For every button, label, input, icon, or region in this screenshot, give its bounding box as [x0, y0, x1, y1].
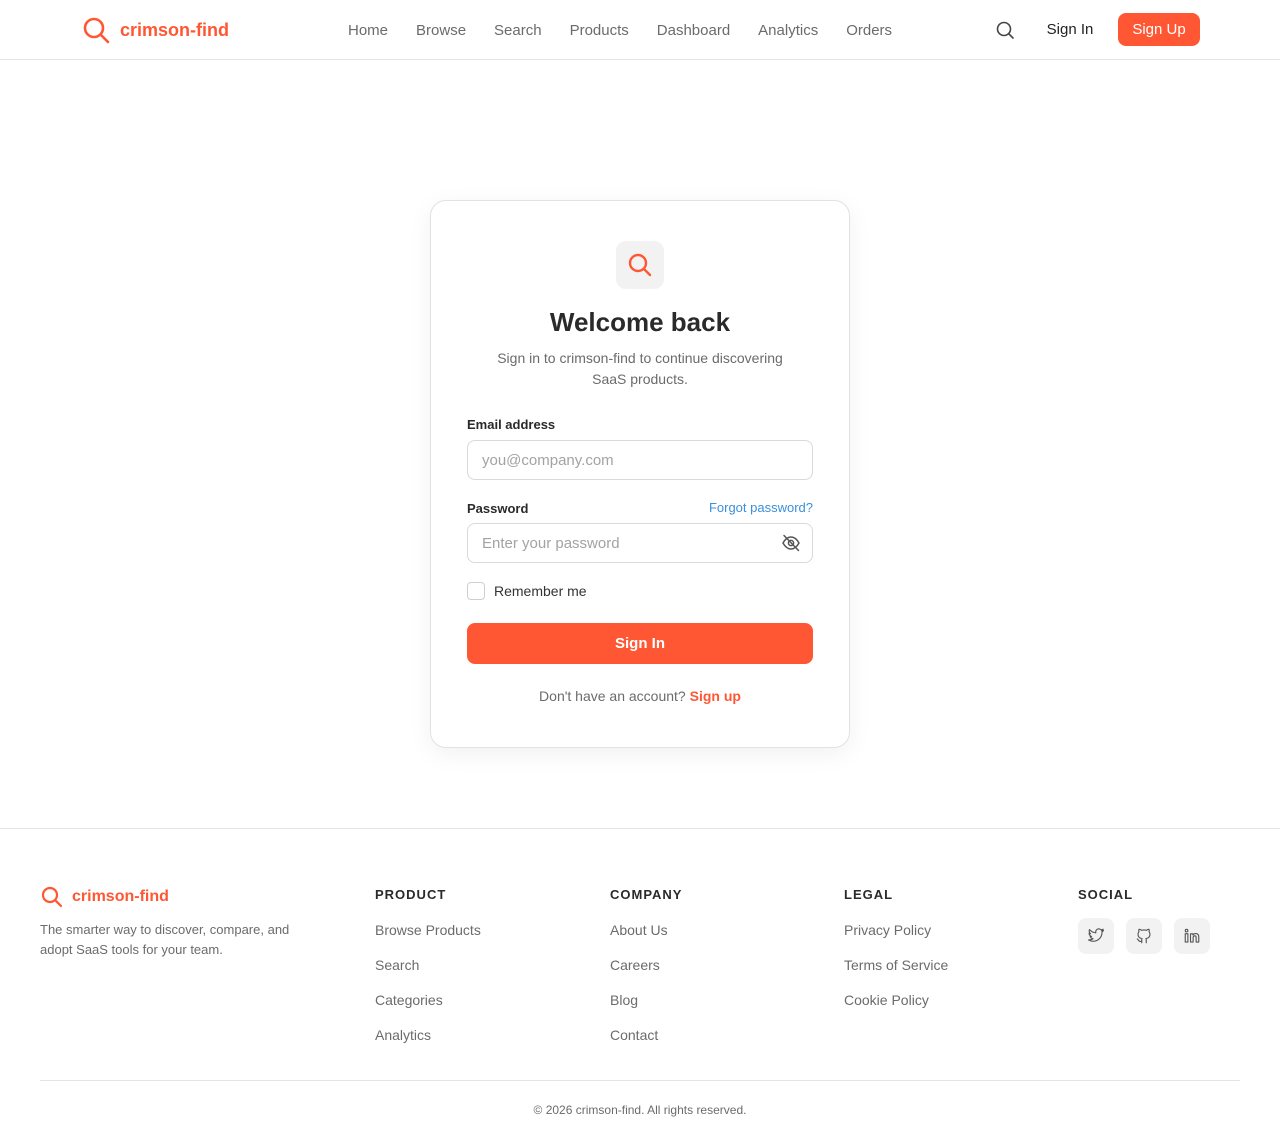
remember-me-checkbox[interactable] — [467, 582, 485, 600]
footer-tagline: The smarter way to discover, compare, an… — [40, 922, 290, 957]
footer-heading: PRODUCT — [375, 887, 447, 902]
footer-divider — [0, 828, 1280, 829]
brand-logo-link[interactable]: crimson-find — [82, 16, 229, 44]
header-sign-in-button[interactable]: Sign In — [1034, 13, 1106, 45]
footer-link-analytics[interactable]: Analytics — [375, 1027, 481, 1043]
linkedin-icon — [1184, 928, 1200, 943]
footer-link-careers[interactable]: Careers — [610, 957, 682, 973]
nav-browse[interactable]: Browse — [402, 22, 480, 39]
footer-bottom-divider — [40, 1080, 1240, 1081]
linkedin-link[interactable] — [1174, 918, 1210, 954]
signup-prompt: Don't have an account? Sign up — [431, 688, 849, 704]
brand-name: crimson-find — [120, 19, 230, 40]
footer-link-privacy-policy[interactable]: Privacy Policy — [844, 922, 948, 938]
sign-in-button[interactable]: Sign In — [467, 623, 813, 664]
twitter-link[interactable] — [1078, 918, 1114, 954]
search-icon — [41, 886, 63, 908]
login-card: Welcome back Sign in to crimson-find to … — [430, 200, 850, 748]
footer-column-social: SOCIAL — [1078, 887, 1222, 954]
footer-brand-link[interactable]: crimson-find — [40, 885, 169, 909]
social-links — [1078, 918, 1222, 954]
footer-link-browse-products[interactable]: Browse Products — [375, 922, 481, 938]
twitter-icon — [1087, 928, 1105, 942]
search-icon[interactable] — [994, 19, 1016, 41]
copyright-text: © 2026 crimson-find. All rights reserved… — [533, 1103, 747, 1117]
sign-up-link[interactable]: Sign up — [690, 688, 741, 704]
email-label: Email address — [467, 417, 556, 432]
nav-dashboard[interactable]: Dashboard — [643, 22, 744, 39]
login-icon-badge — [616, 241, 664, 289]
no-account-text: Don't have an account? — [539, 688, 686, 704]
eye-off-icon[interactable] — [781, 533, 801, 553]
footer-brand-name: crimson-find — [72, 888, 169, 905]
footer-link-categories[interactable]: Categories — [375, 992, 481, 1008]
github-icon — [1136, 928, 1151, 944]
nav-products[interactable]: Products — [556, 22, 643, 39]
footer-link-cookie-policy[interactable]: Cookie Policy — [844, 992, 948, 1008]
password-field[interactable] — [467, 523, 813, 563]
footer-column-legal: LEGAL Privacy Policy Terms of Service Co… — [844, 887, 948, 1008]
search-icon — [628, 253, 652, 277]
footer-heading: LEGAL — [844, 887, 894, 902]
footer-heading: SOCIAL — [1078, 887, 1134, 902]
footer-link-about-us[interactable]: About Us — [610, 922, 682, 938]
remember-me-label[interactable]: Remember me — [494, 583, 587, 599]
github-link[interactable] — [1126, 918, 1162, 954]
page-title: Welcome back — [549, 307, 731, 337]
site-header: crimson-find Home Browse Search Products… — [0, 0, 1280, 60]
forgot-password-link[interactable]: Forgot password? — [709, 500, 813, 515]
footer-link-search[interactable]: Search — [375, 957, 481, 973]
search-icon — [83, 17, 110, 44]
email-field[interactable] — [467, 440, 813, 480]
footer-link-contact[interactable]: Contact — [610, 1027, 682, 1043]
footer-link-terms-of-service[interactable]: Terms of Service — [844, 957, 948, 973]
page-subtitle: Sign in to crimson-find to continue disc… — [497, 350, 783, 387]
footer-heading: COMPANY — [610, 887, 683, 902]
footer-column-company: COMPANY About Us Careers Blog Contact — [610, 887, 682, 1043]
nav-search[interactable]: Search — [480, 22, 556, 39]
nav-home[interactable]: Home — [334, 22, 402, 39]
password-label: Password — [467, 501, 529, 516]
main-nav: Home Browse Search Products Dashboard An… — [334, 0, 906, 60]
header-sign-up-button[interactable]: Sign Up — [1118, 13, 1200, 46]
footer-link-blog[interactable]: Blog — [610, 992, 682, 1008]
nav-orders[interactable]: Orders — [832, 22, 906, 39]
footer-column-product: PRODUCT Browse Products Search Categorie… — [375, 887, 481, 1043]
nav-analytics[interactable]: Analytics — [744, 22, 832, 39]
